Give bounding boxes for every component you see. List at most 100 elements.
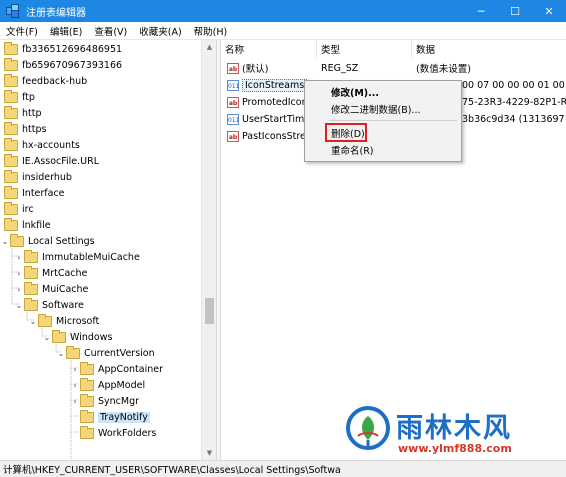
scroll-up-icon[interactable]: ▲: [202, 40, 217, 54]
value-type: REG_SZ: [321, 62, 359, 74]
tree-item-label: MrtCache: [42, 267, 88, 279]
folder-icon: [80, 361, 94, 375]
folder-icon: [4, 201, 18, 215]
tree-item[interactable]: ftp: [4, 89, 35, 105]
folder-icon: [4, 41, 18, 55]
tree-item[interactable]: ⌄ Windows: [42, 329, 112, 345]
menu-help[interactable]: 帮助(H): [188, 24, 234, 38]
status-bar: 计算机\HKEY_CURRENT_USER\SOFTWARE\Classes\L…: [0, 460, 566, 477]
tree-item-label: http: [22, 107, 42, 119]
tree-item[interactable]: ⌄ CurrentVersion: [56, 345, 155, 361]
watermark-title: 雨林木风: [396, 413, 512, 444]
chevron-right-icon[interactable]: ›: [70, 365, 80, 374]
folder-icon: [10, 233, 24, 247]
close-button[interactable]: ✕: [532, 0, 566, 22]
folder-icon: [4, 57, 18, 71]
tree-item-label: Windows: [70, 331, 113, 343]
tree-item[interactable]: hx-accounts: [4, 137, 80, 153]
delete-highlight-box: [325, 123, 367, 142]
chevron-right-icon[interactable]: ›: [14, 253, 24, 262]
folder-icon: [4, 105, 18, 119]
watermark: 雨林木风 www.ylmf888.com: [346, 404, 564, 458]
menu-item-rename[interactable]: 重命名(R): [331, 142, 374, 158]
tree-item-selected[interactable]: TrayNotify: [80, 409, 150, 425]
tree-item[interactable]: › MrtCache: [14, 265, 87, 281]
tree-item[interactable]: irc: [4, 201, 34, 217]
folder-icon: [4, 217, 18, 231]
scrollbar-thumb[interactable]: [205, 298, 214, 324]
folder-icon: [38, 313, 52, 327]
tree-item-label: ftp: [22, 91, 35, 103]
menu-file[interactable]: 文件(F): [0, 24, 44, 38]
value-row[interactable]: ab (默认) REG_SZ (数值未设置): [221, 60, 566, 76]
folder-icon: [4, 169, 18, 183]
value-name: (默认): [242, 64, 269, 75]
registry-key-tree: fb336512696486951 fb659670967393166 feed…: [0, 40, 216, 460]
chevron-down-icon[interactable]: ⌄: [56, 349, 66, 358]
tree-item-label: SyncMgr: [98, 395, 140, 407]
chevron-right-icon[interactable]: ›: [14, 269, 24, 278]
tree-item-label: lnkfile: [22, 219, 51, 231]
menu-view[interactable]: 查看(V): [88, 24, 133, 38]
string-value-icon: ab: [227, 62, 239, 74]
folder-icon: [24, 249, 38, 263]
menu-edit[interactable]: 编辑(E): [44, 24, 88, 38]
tree-item-label: MuiCache: [42, 283, 89, 295]
menu-favorites[interactable]: 收藏夹(A): [133, 24, 187, 38]
tree-item[interactable]: lnkfile: [4, 217, 51, 233]
tree-item[interactable]: fb336512696486951: [4, 41, 122, 57]
minimize-button[interactable]: ─: [464, 0, 498, 22]
tree-item[interactable]: › MuiCache: [14, 281, 88, 297]
tree-item[interactable]: fb659670967393166: [4, 57, 122, 73]
tree-item[interactable]: insiderhub: [4, 169, 72, 185]
tree-item-label: fb659670967393166: [22, 59, 123, 71]
tree-item[interactable]: https: [4, 121, 46, 137]
tree-item[interactable]: WorkFolders: [80, 425, 156, 441]
tree-item[interactable]: ⌄ Local Settings: [0, 233, 95, 249]
chevron-down-icon[interactable]: ⌄: [42, 333, 52, 342]
tree-item[interactable]: › AppContainer: [70, 361, 163, 377]
chevron-right-icon[interactable]: ›: [70, 381, 80, 390]
tree-item-label: TrayNotify: [98, 411, 150, 423]
string-value-icon: ab: [227, 130, 239, 142]
menu-item-modify[interactable]: 修改(M)...: [331, 84, 379, 100]
tree-item-label: ImmutableMuiCache: [42, 251, 140, 263]
tree-item[interactable]: › AppModel: [70, 377, 145, 393]
context-menu: 修改(M)... 修改二进制数据(B)... 删除(D) 重命名(R): [304, 80, 462, 162]
folder-icon: [4, 153, 18, 167]
tree-item-label: WorkFolders: [98, 427, 157, 439]
value-name: UserStartTime: [242, 113, 311, 125]
column-header-type[interactable]: 类型: [317, 40, 412, 58]
column-header-data[interactable]: 数据: [412, 40, 566, 58]
chevron-down-icon[interactable]: ⌄: [14, 301, 24, 310]
tree-item[interactable]: IE.AssocFile.URL: [4, 153, 99, 169]
menu-item-modify-binary[interactable]: 修改二进制数据(B)...: [331, 101, 421, 117]
tree-scrollbar[interactable]: ▲ ▼: [201, 40, 216, 460]
chevron-right-icon[interactable]: ›: [14, 285, 24, 294]
registry-editor-app-icon: [6, 4, 20, 18]
value-name: PastIconsStre: [242, 130, 306, 142]
tree-item[interactable]: › SyncMgr: [70, 393, 139, 409]
tree-item[interactable]: › ImmutableMuiCache: [14, 249, 140, 265]
tree-item[interactable]: http: [4, 105, 42, 121]
tree-item[interactable]: ⌄ Microsoft: [28, 313, 99, 329]
scroll-down-icon[interactable]: ▼: [202, 446, 217, 460]
tree-item[interactable]: Interface: [4, 185, 65, 201]
tree-item-label: IE.AssocFile.URL: [22, 155, 100, 167]
value-name: IconStreams: [242, 78, 308, 92]
tree-item-label: https: [22, 123, 47, 135]
title-bar: 注册表编辑器 ─ ☐ ✕: [0, 0, 566, 22]
binary-value-icon: 011: [227, 113, 239, 125]
tree-item[interactable]: ⌄ Software: [14, 297, 84, 313]
value-name: PromotedIcor: [242, 96, 306, 108]
chevron-right-icon[interactable]: ›: [70, 397, 80, 406]
folder-icon: [24, 281, 38, 295]
chevron-down-icon[interactable]: ⌄: [0, 237, 10, 246]
folder-icon: [4, 121, 18, 135]
chevron-down-icon[interactable]: ⌄: [28, 317, 38, 326]
maximize-button[interactable]: ☐: [498, 0, 532, 22]
column-header-name[interactable]: 名称: [221, 40, 317, 58]
folder-icon: [4, 137, 18, 151]
tree-item[interactable]: feedback-hub: [4, 73, 87, 89]
ylmf-logo-icon: [346, 406, 390, 450]
